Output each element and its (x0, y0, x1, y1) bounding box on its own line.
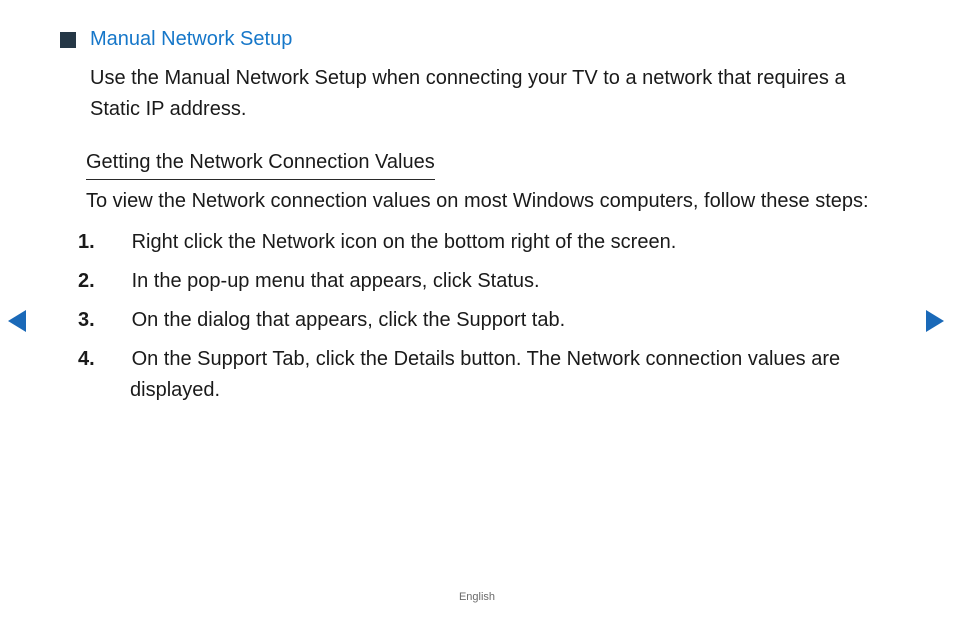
list-item: 4. On the Support Tab, click the Details… (104, 344, 884, 406)
step-number: 1. (104, 227, 126, 258)
section-title-row: Manual Network Setup (60, 24, 884, 55)
page-content: Manual Network Setup Use the Manual Netw… (0, 0, 954, 406)
step-text: On the dialog that appears, click the Su… (132, 309, 566, 331)
steps-list: 1. Right click the Network icon on the b… (104, 227, 884, 406)
step-number: 4. (104, 344, 126, 375)
sub-body: To view the Network connection values on… (86, 186, 884, 217)
list-item: 1. Right click the Network icon on the b… (104, 227, 884, 258)
step-text: Right click the Network icon on the bott… (132, 231, 677, 253)
step-text: On the Support Tab, click the Details bu… (130, 348, 840, 401)
step-number: 3. (104, 305, 126, 336)
footer-language: English (0, 589, 954, 606)
section-body: Use the Manual Network Setup when connec… (90, 63, 884, 125)
subsection: Getting the Network Connection Values To… (90, 147, 884, 406)
step-number: 2. (104, 266, 126, 297)
subheading: Getting the Network Connection Values (86, 147, 435, 180)
list-item: 3. On the dialog that appears, click the… (104, 305, 884, 336)
section-title: Manual Network Setup (90, 24, 292, 55)
prev-page-arrow-icon[interactable] (8, 310, 26, 332)
square-bullet-icon (60, 32, 76, 48)
next-page-arrow-icon[interactable] (926, 310, 944, 332)
list-item: 2. In the pop-up menu that appears, clic… (104, 266, 884, 297)
step-text: In the pop-up menu that appears, click S… (132, 270, 540, 292)
